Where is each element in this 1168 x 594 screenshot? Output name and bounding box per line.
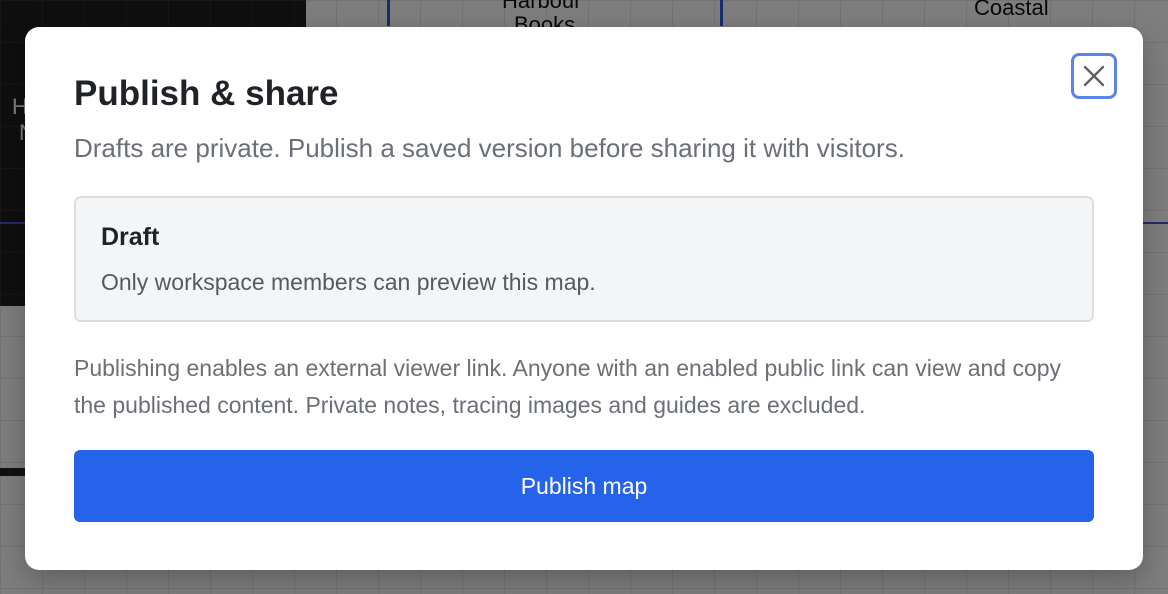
dialog-title: Publish & share (74, 74, 339, 113)
status-description: Only workspace members can preview this … (101, 269, 596, 295)
close-button[interactable] (1071, 53, 1117, 99)
publish-status-card: Draft Only workspace members can preview… (74, 196, 1094, 322)
close-icon (1083, 65, 1105, 87)
publish-share-dialog: Publish & share Drafts are private. Publ… (25, 27, 1143, 570)
dialog-subtitle: Drafts are private. Publish a saved vers… (74, 133, 905, 163)
publish-info-text: Publishing enables an external viewer li… (74, 355, 1062, 418)
status-title: Draft (101, 223, 160, 251)
publish-map-button[interactable]: Publish map (74, 450, 1094, 522)
